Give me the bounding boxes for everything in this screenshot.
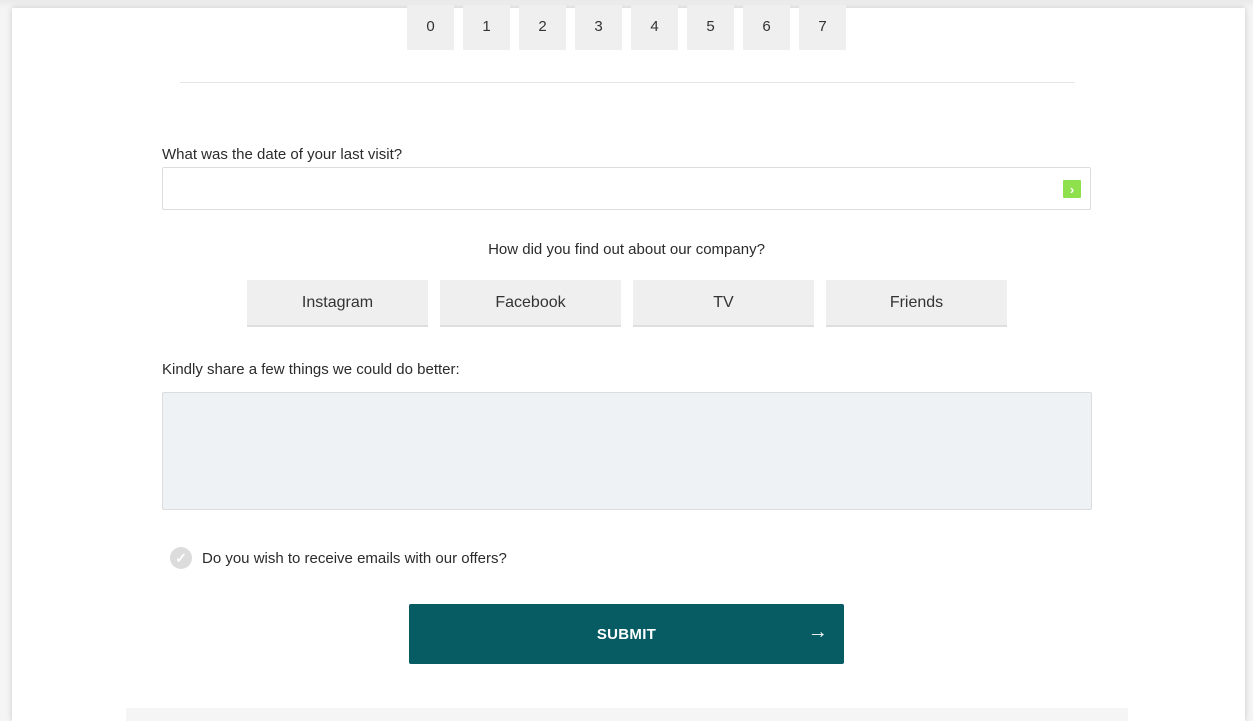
scale-option-6[interactable]: 6 (743, 5, 790, 50)
page: 0 1 2 3 4 5 6 7 What was the date of you… (0, 0, 1253, 721)
email-optin[interactable]: ✓ Do you wish to receive emails with our… (170, 547, 507, 569)
scale-option-3[interactable]: 3 (575, 5, 622, 50)
footer-band (126, 708, 1128, 721)
feedback-label: Kindly share a few things we could do be… (162, 361, 460, 378)
scale-option-1[interactable]: 1 (463, 5, 510, 50)
last-visit-field: › (162, 167, 1091, 210)
last-visit-label: What was the date of your last visit? (162, 146, 403, 163)
rating-scale: 0 1 2 3 4 5 6 7 (407, 5, 846, 50)
scale-option-5[interactable]: 5 (687, 5, 734, 50)
source-question-label: How did you find out about our company? (488, 241, 765, 258)
source-options: Instagram Facebook TV Friends (247, 280, 1007, 327)
section-divider (180, 82, 1075, 83)
source-option-instagram[interactable]: Instagram (247, 280, 428, 327)
check-circle-icon[interactable]: ✓ (170, 547, 192, 569)
scale-option-0[interactable]: 0 (407, 5, 454, 50)
feedback-textarea[interactable] (162, 392, 1092, 510)
email-optin-label: Do you wish to receive emails with our o… (202, 549, 507, 567)
submit-button[interactable]: SUBMIT → (409, 604, 844, 664)
last-visit-input[interactable] (163, 168, 1063, 208)
source-option-tv[interactable]: TV (633, 280, 814, 327)
scale-option-7[interactable]: 7 (799, 5, 846, 50)
arrow-right-icon: → (807, 621, 828, 643)
submit-label: SUBMIT (596, 625, 657, 643)
source-option-friends[interactable]: Friends (826, 280, 1007, 327)
scale-option-2[interactable]: 2 (519, 5, 566, 50)
source-option-facebook[interactable]: Facebook (440, 280, 621, 327)
chevron-right-icon[interactable]: › (1063, 180, 1081, 198)
scale-option-4[interactable]: 4 (631, 5, 678, 50)
